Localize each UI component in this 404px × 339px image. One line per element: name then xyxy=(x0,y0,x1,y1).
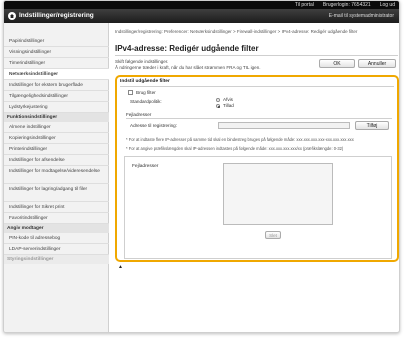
sidebar-item-network[interactable]: Netværksindstillinger xyxy=(4,69,109,80)
policy-allow-label: Tillad xyxy=(223,103,234,108)
exceptions-divider xyxy=(126,118,392,119)
sidebar-section-management: Styringsindstillinger xyxy=(4,255,109,264)
address-register-label: Adresse til registrering: xyxy=(130,123,177,128)
policy-deny-radio[interactable] xyxy=(216,98,220,102)
portal-link[interactable]: Til portal xyxy=(295,2,314,8)
sidebar-section-recipients: Angiv modtager xyxy=(4,224,109,233)
exceptions-list-section: Fejladresser Slet xyxy=(124,156,392,259)
policy-deny-label: Afvis xyxy=(223,97,233,102)
sidebar-item-send[interactable]: Indstillinger for afsendelse xyxy=(4,155,109,166)
page-title: IPv4-adresse: Redigér udgående filter xyxy=(115,44,259,53)
sidebar-item-favorites[interactable]: Favoritindstillinger xyxy=(4,213,109,224)
user-login-label: Brugerlogin: xyxy=(322,2,350,8)
sidebar-item-accessibility[interactable]: Tilgængelighedsindstillinger xyxy=(4,91,109,102)
add-button[interactable]: Tilføj xyxy=(355,121,389,130)
sidebar-item-display[interactable]: Visningsindstillinger xyxy=(4,47,109,58)
sidebar-item-general[interactable]: Almene indstillinger xyxy=(4,122,109,133)
sidebar-item-volume[interactable]: Lydstyrkejustering xyxy=(4,102,109,113)
sidebar-item-receive-forward[interactable]: Indstillinger for modtagelse/videresende… xyxy=(4,166,109,184)
sidebar-item-printer[interactable]: Printerindstillinger xyxy=(4,144,109,155)
exceptions-list-label: Fejladresser xyxy=(132,164,159,169)
range-note: * For at indtaste flere IP-adresser på s… xyxy=(126,137,354,142)
email-admin-link[interactable]: E-mail til systemadministrator xyxy=(329,13,394,19)
outgoing-filter-panel: Indstil udgående filter Brug filter Stan… xyxy=(115,75,399,262)
policy-allow-radio[interactable] xyxy=(216,104,220,108)
sidebar: Papirindstillinger Visningsindstillinger… xyxy=(4,23,109,332)
header: Indstillinger/registrering E-mail til sy… xyxy=(4,9,399,23)
panel-divider xyxy=(120,86,394,87)
sidebar-item-address-book-pin[interactable]: PIN-kode til adressebog xyxy=(4,233,109,244)
prefix-note: * For at angive præfikslængden skal IP-a… xyxy=(126,146,344,151)
sidebar-item-paper[interactable]: Papirindstillinger xyxy=(4,36,109,47)
user-id: 7654321 xyxy=(351,2,371,8)
address-input[interactable] xyxy=(218,122,350,129)
browser-page: Til portal Brugerlogin: 7654321 Log ud I… xyxy=(3,0,400,333)
logout-link[interactable]: Log ud xyxy=(380,2,395,8)
sidebar-item-timer[interactable]: Timerindstillinger xyxy=(4,58,109,69)
exceptions-section-title: Fejladresser xyxy=(126,112,152,117)
exceptions-listbox[interactable] xyxy=(223,163,333,225)
ok-button[interactable]: OK xyxy=(319,59,355,68)
user-login: Brugerlogin: 7654321 xyxy=(323,2,371,8)
use-filter-label: Brug filter xyxy=(136,89,156,95)
title-divider xyxy=(115,55,398,56)
sidebar-item-store-access[interactable]: Indstillinger for lagring/adgang til fil… xyxy=(4,184,109,202)
sidebar-item-ldap[interactable]: LDAP-serverindstillinger xyxy=(4,244,109,255)
use-filter-checkbox[interactable] xyxy=(128,90,133,95)
cancel-button[interactable]: Annuller xyxy=(358,59,396,68)
sidebar-section-function: Funktionsindstillinger xyxy=(4,113,109,122)
delete-button[interactable]: Slet xyxy=(265,231,281,239)
sidebar-item-remote-ui[interactable]: Indstillinger for ekstern brugerflade xyxy=(4,80,109,91)
top-bar: Til portal Brugerlogin: 7654321 Log ud xyxy=(4,1,399,9)
breadcrumb: Indstillinger/registrering: Preferencer:… xyxy=(115,29,358,34)
main-content: Indstillinger/registrering: Preferencer:… xyxy=(112,23,399,332)
panel-title: Indstil udgående filter xyxy=(120,79,170,84)
app-title: Indstillinger/registrering xyxy=(19,12,94,19)
home-icon[interactable] xyxy=(8,12,16,20)
default-policy-label: Standardpolitik: xyxy=(130,99,162,104)
sidebar-item-secure-print[interactable]: Indstillinger for Sikret print xyxy=(4,202,109,213)
instruction-text-2: Å ndringerne træder i kraft, når du har … xyxy=(115,65,261,70)
instructions: Skift følgende indstillinger. Å ndringer… xyxy=(115,59,261,71)
sidebar-item-copy[interactable]: Kopieringsindstillinger xyxy=(4,133,109,144)
scroll-to-top-icon[interactable]: ▲ xyxy=(118,264,123,270)
